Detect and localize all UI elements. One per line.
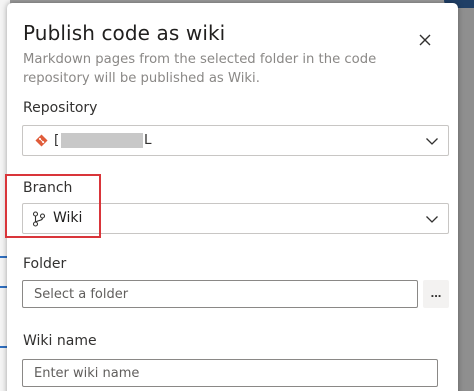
wiki-name-label: Wiki name [23,333,97,349]
repository-label: Repository [23,100,98,116]
folder-input[interactable] [22,280,418,308]
dialog-subtitle: Markdown pages from the selected folder … [23,52,377,86]
chevron-down-icon [426,216,438,223]
repository-dropdown[interactable]: [ L [22,125,449,156]
repository-value-prefix: [ [54,132,60,148]
dialog-title: Publish code as wiki [23,21,226,45]
chevron-down-icon [426,138,438,145]
background-page-right [458,0,474,391]
branch-highlight-annotation [5,174,101,238]
repository-value-suffix: L [144,132,152,148]
redacted-repository-name [61,133,143,148]
git-repo-icon [35,134,48,147]
close-button[interactable] [414,29,436,51]
close-icon [419,34,431,46]
folder-label: Folder [23,256,67,272]
wiki-name-input[interactable] [22,359,438,387]
browse-folder-button[interactable]: ... [423,280,449,308]
